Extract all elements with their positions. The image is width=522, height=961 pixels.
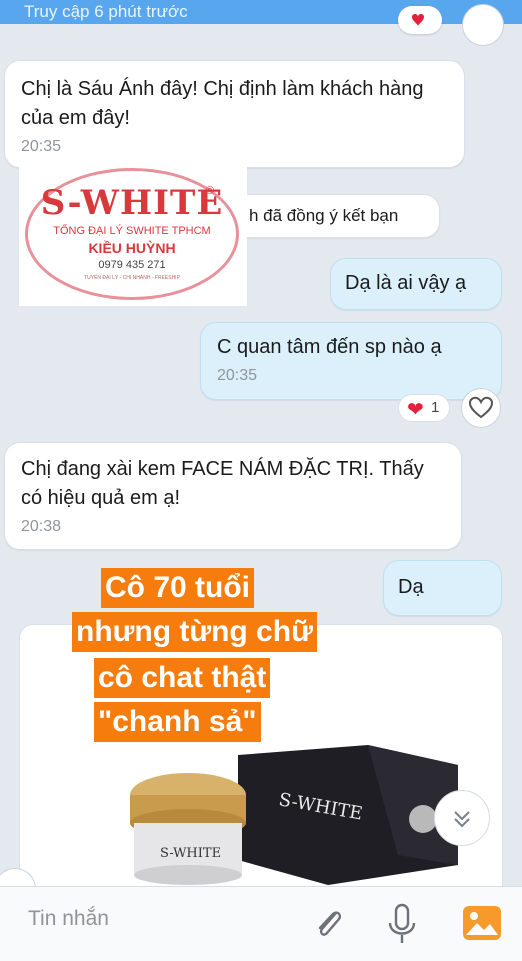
stamp-brand: S-WHITE: [40, 183, 224, 223]
stamp-phone: 0979 435 271: [98, 259, 166, 271]
paperclip-icon[interactable]: [308, 903, 348, 943]
product-jar-image: S-WHITE: [130, 773, 246, 885]
message-time: 20:35: [21, 138, 62, 155]
message-time: 20:35: [217, 367, 258, 384]
notice-text: h đã đồng ý kết bạn: [249, 206, 399, 225]
message-outgoing[interactable]: Dạ: [383, 560, 502, 616]
like-button[interactable]: [461, 388, 501, 428]
caption-line: Cô 70 tuổi: [101, 568, 255, 608]
product-box-image: S-WHITE: [238, 745, 458, 885]
message-incoming[interactable]: Chị là Sáu Ánh đây! Chị định làm khách h…: [4, 60, 465, 168]
stamp-line: TỔNG ĐẠI LÝ SWHITE TPHCM: [53, 225, 211, 237]
registered-mark: ®: [205, 185, 214, 197]
message-outgoing[interactable]: C quan tâm đến sp nào ạ 20:35: [200, 322, 502, 400]
caption-line: nhưng từng chữ: [72, 612, 317, 652]
top-like-button[interactable]: [462, 4, 504, 46]
caption-line: cô chat thật: [94, 658, 271, 698]
microphone-icon[interactable]: [385, 903, 419, 945]
stamp-logo: S-WHITE ® TỔNG ĐẠI LÝ SWHITE TPHCM KIỀU …: [25, 168, 239, 300]
heart-icon: ❤: [407, 399, 424, 421]
message-text: Dạ là ai vậy ạ: [345, 272, 467, 294]
caption-line: "chanh sả": [94, 702, 261, 742]
message-outgoing[interactable]: Dạ là ai vậy ạ: [330, 258, 502, 310]
message-incoming[interactable]: Chị đang xài kem FACE NÁM ĐẶC TRỊ. Thấy …: [4, 442, 462, 550]
message-input[interactable]: Tin nhắn: [28, 907, 109, 931]
message-text: Dạ: [398, 576, 424, 598]
scroll-down-button[interactable]: [434, 790, 490, 846]
double-chevron-down-icon: [454, 811, 470, 828]
message-text: Chị đang xài kem FACE NÁM ĐẶC TRỊ. Thấy …: [21, 458, 424, 509]
heart-outline-icon: [468, 396, 494, 419]
last-seen-text: Truy cập 6 phút trước: [24, 2, 188, 21]
message-composer: Tin nhắn: [0, 886, 522, 961]
message-text: C quan tâm đến sp nào ạ: [217, 336, 442, 358]
heart-icon: [412, 14, 424, 26]
message-text: Chị là Sáu Ánh đây! Chị định làm khách h…: [21, 78, 424, 129]
photo-gallery-icon[interactable]: [462, 905, 502, 941]
top-status-bar: Truy cập 6 phút trước: [0, 0, 522, 46]
message-time: 20:38: [21, 518, 62, 535]
caption-overlay: Cô 70 tuổi nhưng từng chữ cô chat thật "…: [72, 568, 346, 748]
stamp-tiny-text: TUYỂN ĐẠI LÝ - CHI NHÁNH - FREESHIP: [84, 275, 180, 281]
reaction-badge[interactable]: ❤ 1: [398, 394, 450, 422]
reaction-count: 1: [431, 399, 440, 416]
stamp-name: KIỀU HUỲNH: [88, 240, 176, 256]
stamp-image: S-WHITE ® TỔNG ĐẠI LÝ SWHITE TPHCM KIỀU …: [19, 164, 247, 306]
svg-text:S-WHITE: S-WHITE: [160, 846, 221, 861]
top-reaction-badge[interactable]: [398, 6, 442, 34]
